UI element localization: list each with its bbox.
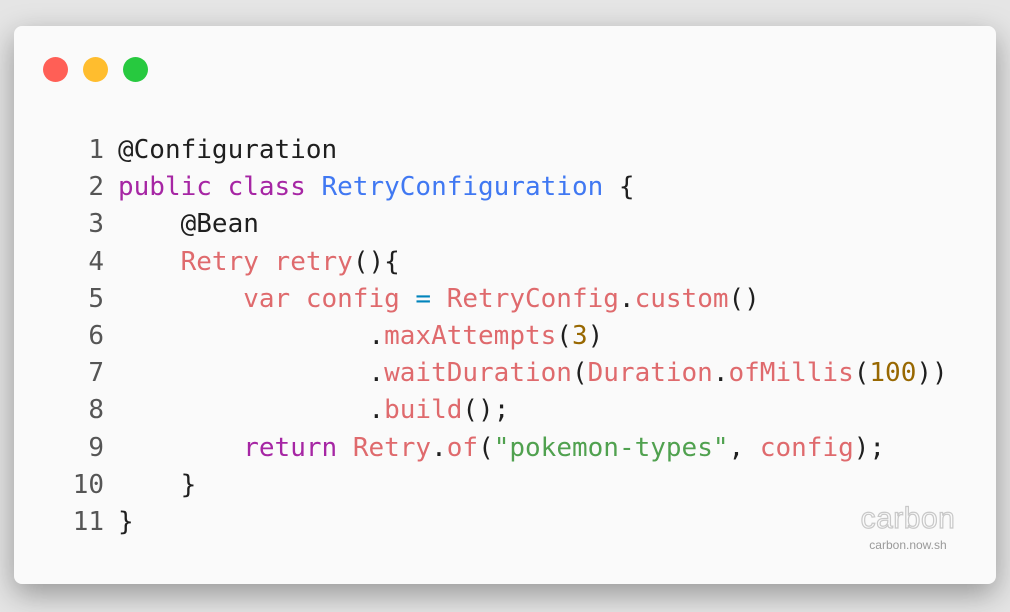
line-number: 9: [88, 432, 104, 463]
line-number: 6: [88, 320, 104, 351]
code-token: "pokemon-types": [493, 432, 729, 463]
code-line: 5 var config = RetryConfig.custom(): [62, 281, 948, 318]
code-token: );: [853, 432, 886, 463]
line-number: 4: [88, 246, 104, 277]
code-token: ): [587, 320, 604, 351]
code-token: (): [728, 283, 760, 314]
code-token: of: [446, 432, 479, 463]
line-number: 1: [88, 135, 104, 165]
code-token: }: [118, 469, 197, 500]
code-line: 10 }: [62, 467, 948, 504]
code-token: waitDuration: [384, 358, 572, 389]
code-token: )): [916, 358, 948, 389]
code-token: .: [431, 432, 447, 463]
code-line: 4 Retry retry(){: [62, 244, 948, 281]
code-token: ();: [462, 395, 510, 426]
maximize-window-button[interactable]: [123, 57, 148, 82]
code-line: 1 @Configuration: [62, 132, 948, 169]
carbon-watermark: carbon carbon.now.sh: [848, 501, 968, 552]
code-block: 1 @Configuration 2 public class RetryConf…: [62, 132, 948, 541]
code-token: @Bean: [118, 209, 259, 240]
code-token: =: [415, 283, 432, 314]
line-number: 7: [88, 358, 104, 389]
close-window-button[interactable]: [43, 57, 68, 82]
code-token: {: [603, 172, 635, 203]
code-token: (: [853, 358, 870, 389]
code-token: (: [556, 320, 572, 351]
code-token: 100: [869, 358, 917, 389]
code-token: (: [571, 358, 588, 389]
code-line: 6 .maxAttempts(3): [62, 318, 948, 355]
code-line: 3 @Bean: [62, 206, 948, 243]
code-token: .: [118, 395, 385, 426]
code-token: .: [118, 358, 385, 389]
line-number: 10: [72, 469, 104, 500]
code-token: .: [618, 283, 635, 314]
code-line: 9 return Retry.of("pokemon-types", confi…: [62, 430, 948, 467]
code-token: RetryConfig: [446, 283, 619, 314]
minimize-window-button[interactable]: [83, 57, 108, 82]
code-token: custom: [634, 283, 729, 314]
line-number: 2: [88, 172, 104, 203]
code-token: public class: [118, 172, 322, 203]
code-token: 3: [571, 320, 588, 351]
code-window: 1 @Configuration 2 public class RetryConf…: [14, 26, 996, 584]
code-token: return: [243, 432, 353, 463]
code-token: var config: [243, 283, 416, 314]
code-token: maxAttempts: [384, 320, 557, 351]
line-number: 3: [88, 209, 104, 240]
line-number: 11: [72, 506, 104, 537]
line-number: 8: [88, 395, 104, 426]
code-token: config: [759, 432, 854, 463]
code-token: build: [384, 395, 463, 426]
code-token: (){: [352, 246, 400, 277]
code-line: 7 .waitDuration(Duration.ofMillis(100)): [62, 355, 948, 392]
code-line: 2 public class RetryConfiguration {: [62, 169, 948, 206]
carbon-logo: carbon: [860, 501, 956, 535]
code-token: Duration: [587, 358, 713, 389]
code-token: }: [118, 506, 134, 537]
code-line: 11 }: [62, 504, 948, 541]
code-token: Retry: [352, 432, 432, 463]
code-token: @Configuration: [118, 135, 338, 165]
code-token: (: [478, 432, 494, 463]
code-token: .: [118, 320, 385, 351]
code-line: 8 .build();: [62, 392, 948, 429]
line-number: 5: [88, 283, 104, 314]
code-token: .: [712, 358, 729, 389]
carbon-url: carbon.now.sh: [869, 538, 947, 552]
code-token: RetryConfiguration: [321, 172, 604, 203]
code-token: ,: [728, 432, 760, 463]
code-token: Retry retry: [180, 246, 353, 277]
code-token: ofMillis: [728, 358, 854, 389]
